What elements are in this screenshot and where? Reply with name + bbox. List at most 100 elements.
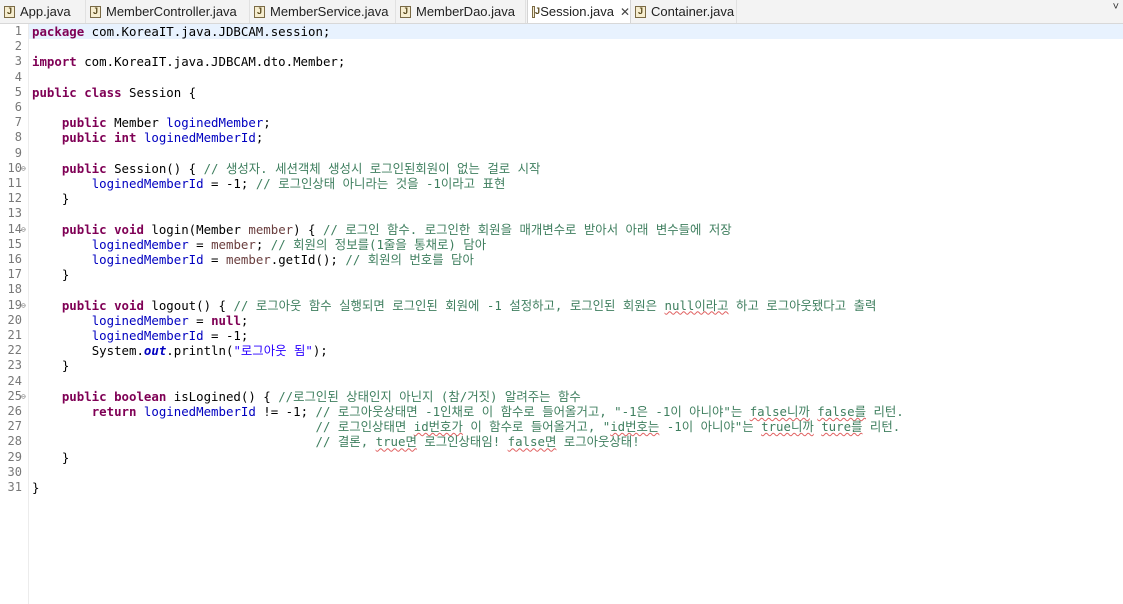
code-text: ); xyxy=(312,343,328,359)
java-file-icon xyxy=(532,5,541,18)
code-editor[interactable]: 1 2 3 4 5 6 7 8 9 10 11 12 13 14 15 16 1… xyxy=(0,24,1123,604)
code-text: = -1; xyxy=(203,328,249,343)
tab-container-java[interactable]: Container.java xyxy=(631,0,737,23)
code-text: } xyxy=(61,449,70,465)
comment: 리턴. xyxy=(862,419,901,435)
line-number: 16 xyxy=(7,252,22,266)
code-line-27[interactable]: // 로그인상태면 id번호가 이 함수로 들어올거고, "id번호는 -1이 … xyxy=(32,419,900,434)
code-line-8[interactable]: public int loginedMemberId; xyxy=(32,130,263,145)
code-line-29[interactable]: } xyxy=(32,450,69,465)
keyword: import xyxy=(32,54,77,70)
code-line-12[interactable]: } xyxy=(32,191,69,206)
code-line-3[interactable]: import com.KoreaIT.java.JDBCAM.dto.Membe… xyxy=(32,54,345,69)
comment: -1이 아니야"는 xyxy=(659,419,762,435)
code-line-20[interactable]: loginedMember = null; xyxy=(32,312,249,328)
line-number: 2 xyxy=(14,39,22,54)
code-text: = xyxy=(188,236,212,252)
fold-collapse-icon[interactable]: ⊖ xyxy=(21,161,26,176)
tab-membercontroller-java[interactable]: MemberController.java xyxy=(86,0,250,23)
code-text: com.KoreaIT.java.JDBCAM.dto.Member; xyxy=(76,54,346,70)
field: loginedMemberId xyxy=(91,252,204,267)
code-line-31[interactable]: } xyxy=(32,480,39,495)
line-number: 31 xyxy=(7,480,22,494)
chevron-down-icon[interactable]: ˅ xyxy=(1113,1,1119,13)
code-line-17[interactable]: } xyxy=(32,267,69,282)
comment-spellcheck: id번호가 xyxy=(413,419,463,435)
line-number: 4 xyxy=(14,69,22,84)
code-line-21[interactable]: loginedMemberId = -1; xyxy=(32,328,249,343)
comment-spellcheck: false면 xyxy=(507,434,557,450)
comment-spellcheck: true니까 xyxy=(761,419,814,435)
field: loginedMemberId xyxy=(143,404,256,419)
keyword: null xyxy=(211,312,241,328)
tab-label: MemberDao.java xyxy=(416,4,515,19)
code-line-5[interactable]: public class Session { xyxy=(32,85,196,100)
code-line-14[interactable]: public void login(Member member) { // 로그… xyxy=(32,222,732,237)
comment: // 로그인 함수. 로그인한 회원을 매개변수로 받아서 아래 변수들에 저장 xyxy=(322,221,732,237)
field: loginedMember xyxy=(166,115,264,131)
line-number: 5 xyxy=(14,84,22,99)
code-text: System. xyxy=(91,343,144,359)
code-text: .getId(); xyxy=(270,252,346,267)
code-text: Session { xyxy=(121,84,197,100)
code-line-7[interactable]: public Member loginedMember; xyxy=(32,115,271,130)
keyword: class xyxy=(84,84,122,100)
comment: , xyxy=(360,434,376,450)
code-text: .println( xyxy=(166,343,234,359)
code-text: ; xyxy=(255,130,264,146)
code-text: } xyxy=(32,480,40,495)
line-number: 23 xyxy=(7,358,22,373)
keyword: package xyxy=(32,24,85,39)
code-line-22[interactable]: System.out.println("로그아웃 됨"); xyxy=(32,343,328,358)
parameter: member xyxy=(211,236,256,252)
code-line-11[interactable]: loginedMemberId = -1; // 로그인상태 아니라는 것을 -… xyxy=(32,176,506,191)
tab-label: App.java xyxy=(20,4,71,19)
tab-memberservice-java[interactable]: MemberService.java xyxy=(250,0,396,23)
code-line-19[interactable]: public void logout() { // 로그아웃 함수 실행되면 로… xyxy=(32,297,877,313)
keyword: int xyxy=(114,130,137,146)
comment: 이 함수로 들어올거고, " xyxy=(462,419,611,435)
tab-memberdao-java[interactable]: MemberDao.java xyxy=(396,0,526,23)
field: loginedMemberId xyxy=(91,328,204,343)
code-line-28[interactable]: // 결론, true면 로그인상태임! false면 로그아웃상태! xyxy=(32,434,639,450)
tab-session-java[interactable]: Session.java ✕ xyxy=(527,0,631,23)
comment-spellcheck: false니까 xyxy=(749,404,810,419)
code-line-10[interactable]: public Session() { // 생성자. 세션객체 생성시 로그인된… xyxy=(32,161,541,176)
comment-spellcheck: false를 xyxy=(817,404,866,419)
fold-collapse-icon[interactable]: ⊖ xyxy=(21,222,26,237)
comment-spellcheck: null이라고 xyxy=(664,297,729,313)
line-number: 14 xyxy=(7,221,22,236)
line-number: 21 xyxy=(7,328,22,342)
code-line-15[interactable]: loginedMember = member; // 회원의 정보를(1줄을 통… xyxy=(32,237,486,252)
close-icon[interactable]: ✕ xyxy=(620,5,630,19)
code-text: login(Member xyxy=(143,221,249,237)
field: loginedMember xyxy=(91,312,189,328)
code-line-23[interactable]: } xyxy=(32,358,69,373)
java-file-icon xyxy=(90,5,101,18)
fold-collapse-icon[interactable]: ⊖ xyxy=(21,389,26,404)
tab-app-java[interactable]: App.java xyxy=(0,0,86,23)
comment: // 로그인상태 아니라는 것을 -1이라고 표현 xyxy=(255,176,506,191)
line-number: 22 xyxy=(7,343,22,358)
code-line-25[interactable]: public boolean isLogined() { //로그인된 상태인지… xyxy=(32,389,581,404)
comment: //로그인된 상태인지 아닌지 (참/거짓) 알려주는 함수 xyxy=(278,388,581,404)
tab-label: Session.java xyxy=(540,4,614,19)
keyword: return xyxy=(91,404,137,419)
line-number: 25 xyxy=(7,388,22,403)
code-text: != -1; xyxy=(255,404,316,419)
code-line-26[interactable]: return loginedMemberId != -1; // 로그아웃상태면… xyxy=(32,404,904,419)
code-line-1[interactable]: package com.KoreaIT.java.JDBCAM.session; xyxy=(32,24,330,39)
keyword: public xyxy=(61,388,107,404)
line-number: 7 xyxy=(14,115,22,130)
tab-label: Container.java xyxy=(651,4,735,19)
fold-collapse-icon[interactable]: ⊖ xyxy=(21,298,26,313)
tab-label: MemberService.java xyxy=(270,4,389,19)
code-line-16[interactable]: loginedMemberId = member.getId(); // 회원의… xyxy=(32,252,474,267)
keyword: public xyxy=(61,297,107,313)
java-file-icon xyxy=(254,5,265,18)
java-file-icon xyxy=(635,5,646,18)
comment: // 회원의 정보를(1줄을 통채로) 담아 xyxy=(270,236,487,252)
comment-spellcheck: ture를 xyxy=(821,419,863,435)
code-text: logout() { xyxy=(143,297,234,313)
comment: // 회원의 번호를 담아 xyxy=(345,252,474,267)
